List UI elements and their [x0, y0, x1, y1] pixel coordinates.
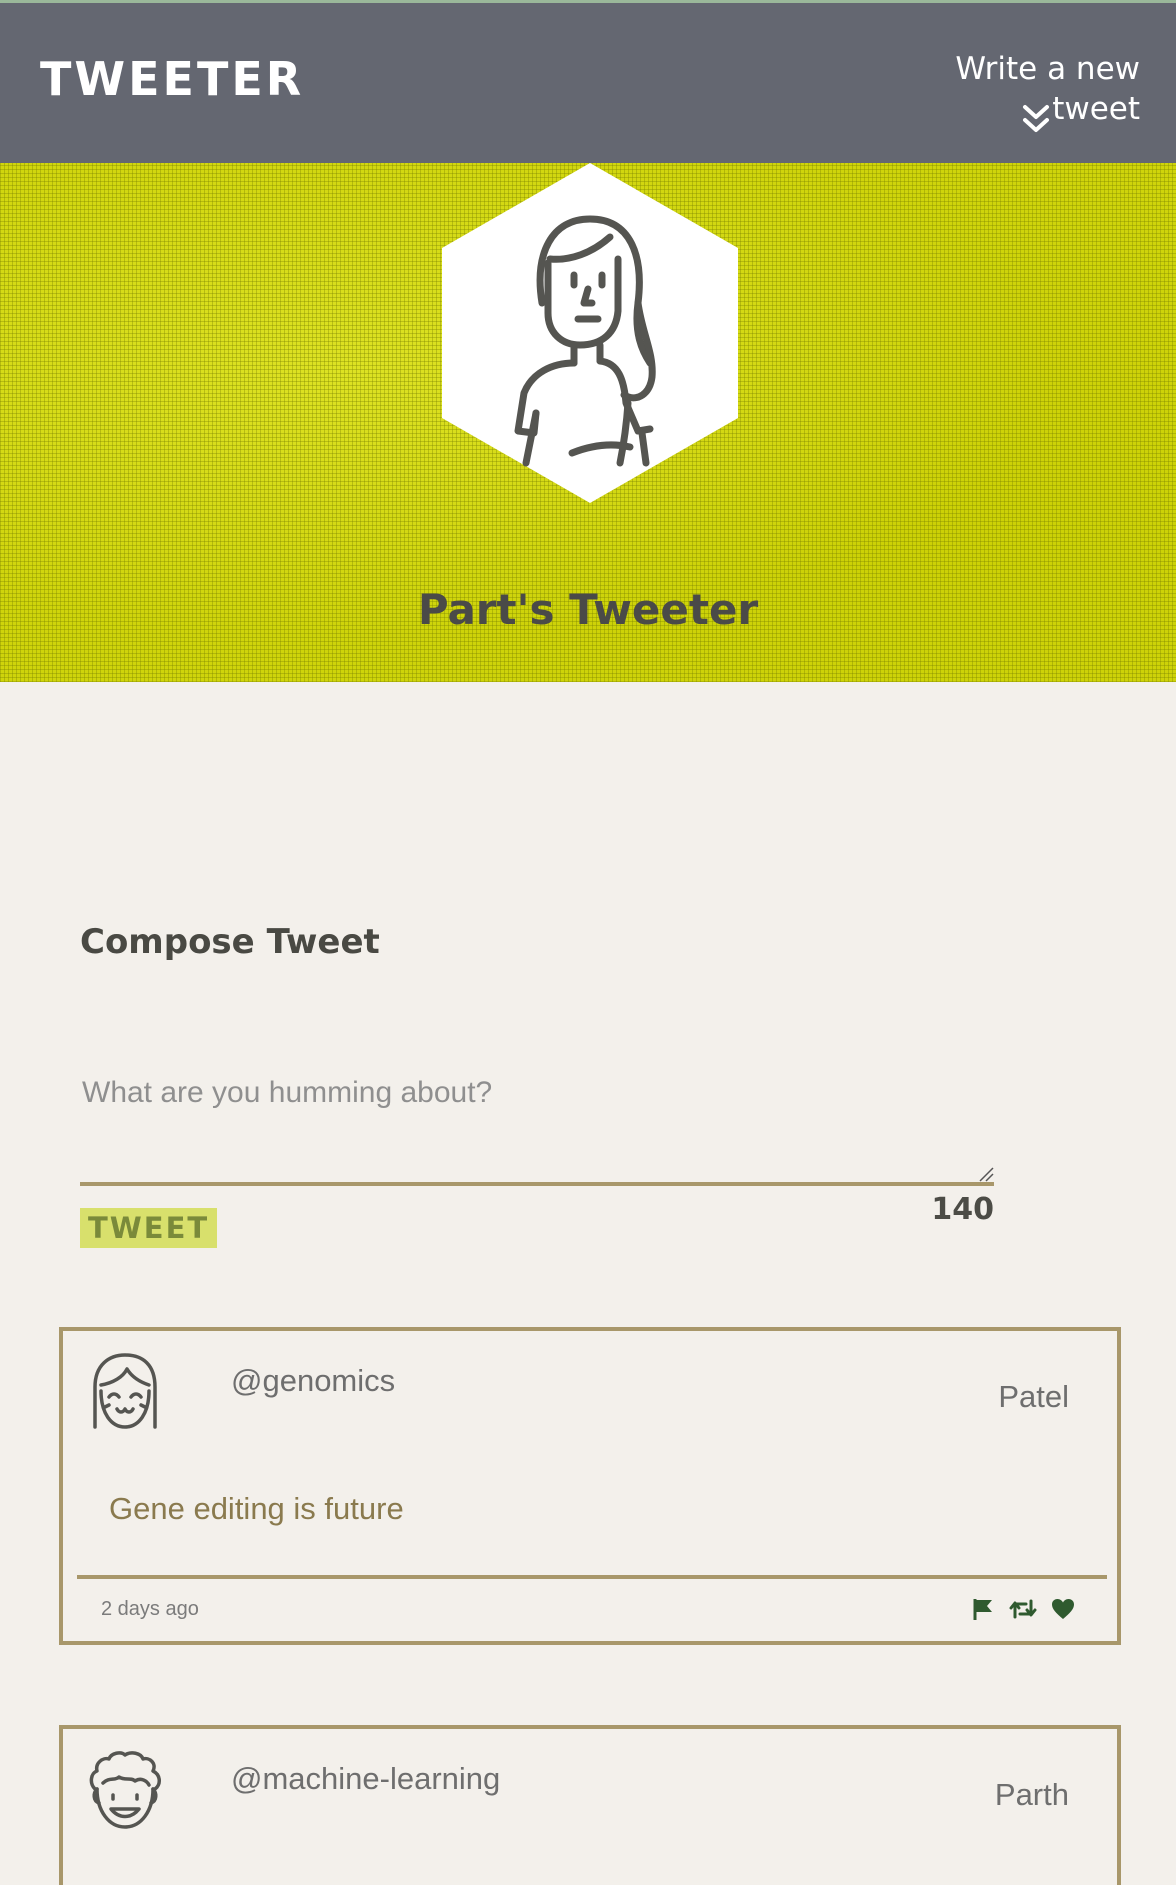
char-counter: 140 — [931, 1192, 994, 1227]
girl-avatar-icon — [93, 1353, 157, 1429]
tweet-handle[interactable]: @machine-learning — [231, 1759, 500, 1799]
retweet-icon[interactable] — [1009, 1597, 1037, 1621]
tweet-card: @machine-learning Parth — [59, 1725, 1121, 1885]
heart-icon[interactable] — [1051, 1598, 1075, 1620]
top-nav: TWEETER Write a new tweet — [0, 3, 1176, 163]
resize-grip-icon[interactable] — [978, 1166, 994, 1182]
double-chevron-down-icon[interactable] — [1020, 103, 1052, 137]
woman-avatar-icon — [442, 163, 738, 503]
tweet-actions — [971, 1596, 1075, 1622]
tweet-handle[interactable]: @genomics — [231, 1361, 395, 1401]
flag-icon[interactable] — [971, 1597, 995, 1621]
tweet-timestamp: 2 days ago — [101, 1598, 199, 1620]
tweet-author-name: Parth — [994, 1777, 1069, 1812]
profile-name: Part's Tweeter — [417, 585, 759, 634]
tweet-content: Gene editing is future — [109, 1491, 404, 1526]
tweet-divider — [77, 1575, 1107, 1579]
curly-hair-avatar-icon — [89, 1751, 161, 1829]
brand-logo[interactable]: TWEETER — [40, 51, 304, 107]
tweet-author-name: Patel — [998, 1379, 1069, 1414]
tweet-submit-button[interactable]: TWEET — [80, 1208, 218, 1248]
tweet-input[interactable] — [80, 1064, 994, 1186]
compose-title: Compose Tweet — [80, 922, 380, 962]
tweet-card: @genomics Patel Gene editing is future 2… — [59, 1327, 1121, 1645]
profile-header: Part's Tweeter — [0, 163, 1176, 682]
write-new-tweet-toggle[interactable]: Write a new tweet — [860, 49, 1140, 129]
